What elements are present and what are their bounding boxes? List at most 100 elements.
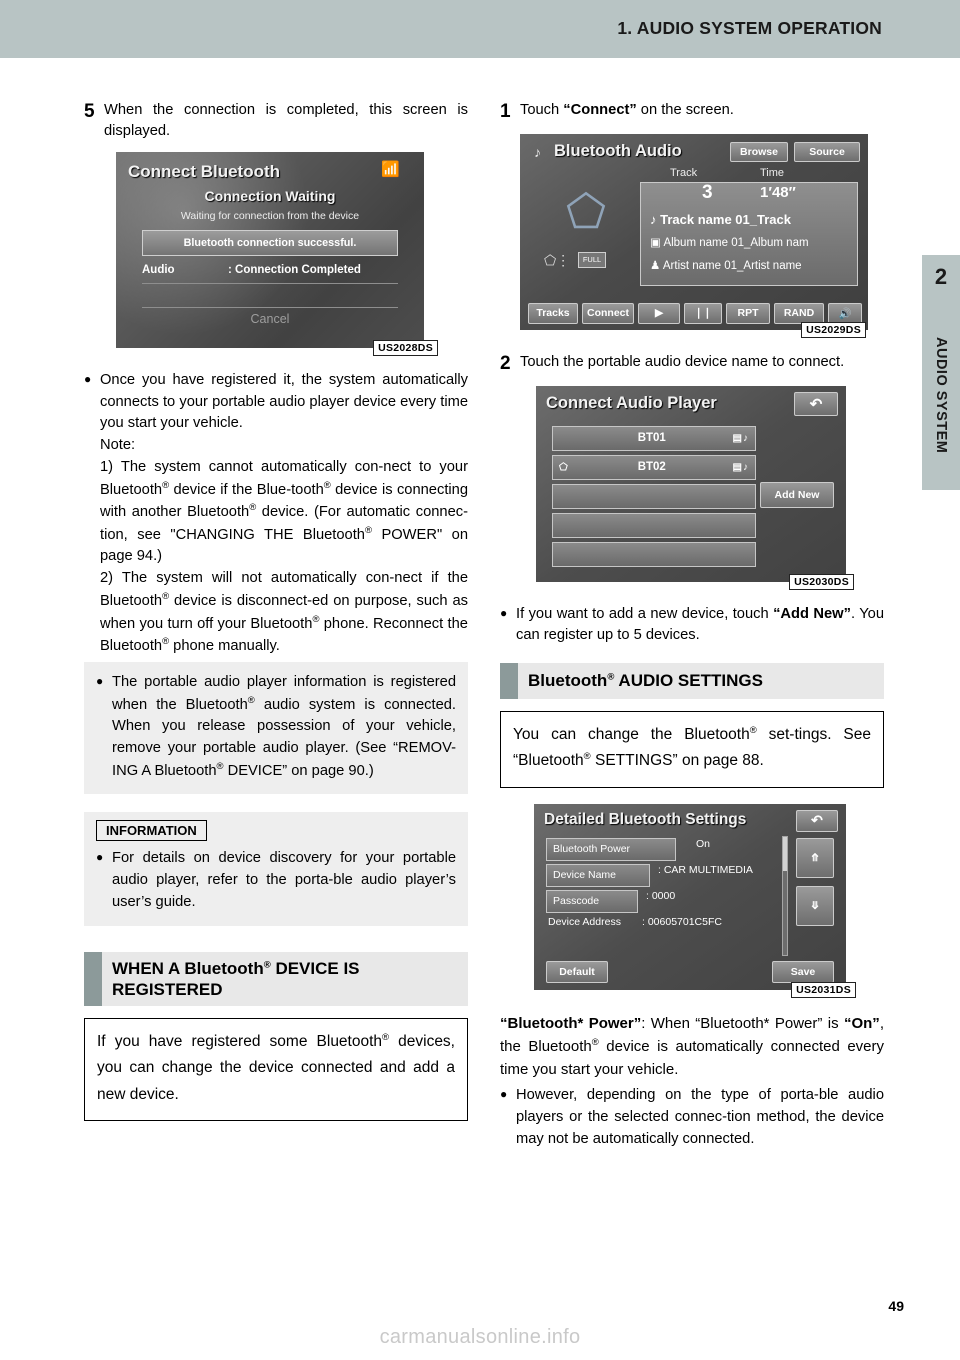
note2-d: phone manually.	[169, 638, 280, 655]
screen2-rand-button[interactable]: RAND	[774, 302, 824, 324]
information-heading: INFORMATION	[96, 820, 207, 842]
screen2-volume-button[interactable]: 🔊	[828, 302, 862, 324]
step-1-b: “Connect”	[563, 102, 637, 118]
setting-row-power[interactable]: Bluetooth Power On	[546, 837, 776, 861]
grey-note-c: DEVICE” on page 90.)	[223, 762, 374, 779]
return-arrow-icon[interactable]: ↶	[794, 391, 838, 416]
setting-key: Device Name	[546, 863, 650, 887]
screen2-full-badge: FULL	[578, 251, 606, 268]
step-1-number: 1	[500, 101, 511, 122]
left-column: 5 When the connection is completed, this…	[84, 100, 468, 1137]
step-1-c: on the screen.	[636, 102, 734, 118]
bluetooth-status-icon: ⬠⋮	[544, 251, 571, 268]
setting-key: Bluetooth Power	[546, 837, 676, 861]
note1-b: device if the Blue-tooth	[169, 481, 324, 498]
list-item-label: BT02	[637, 461, 666, 473]
figure-id-us2030ds: US2030DS	[789, 573, 854, 590]
chevron-down-icon[interactable]: ⤋	[796, 885, 834, 926]
bluetooth-icon: ⬠	[559, 461, 568, 473]
section-marker	[84, 951, 102, 1007]
screen1-divider-2	[142, 306, 398, 308]
screen2-play-button[interactable]: ▶	[638, 302, 680, 324]
page-header: 1. AUDIO SYSTEM OPERATION	[0, 0, 960, 58]
screen1-subtitle2: Waiting for connection from the device	[180, 209, 360, 222]
screen2-rpt-button[interactable]: RPT	[726, 302, 770, 324]
bullet-icon: ●	[96, 673, 104, 688]
screen1-audio-row: Audio : Connection Completed	[142, 264, 398, 276]
screen-detailed-bluetooth-settings: Detailed Bluetooth Settings ↶ Bluetooth …	[534, 803, 846, 990]
section-title-a: WHEN A Bluetooth	[112, 958, 264, 978]
bullet-however: ● However, depending on the type of port…	[500, 1085, 884, 1150]
screen2-time-label: Time	[760, 166, 785, 179]
chevron-up-icon[interactable]: ⤊	[796, 837, 834, 878]
list-item[interactable]	[552, 541, 756, 567]
device-music-icon: ▤♪	[732, 432, 749, 444]
figure-id-us2029ds: US2029DS	[801, 321, 866, 338]
bullet-add-b: “Add New”	[773, 605, 851, 622]
screen2-album-name: ▣ Album name 01_Album nam	[650, 236, 809, 249]
section-heading-text: Bluetooth® AUDIO SETTINGS	[528, 671, 763, 691]
bullet-add-new: ● If you want to add a new device, touch…	[500, 604, 884, 648]
header-left-strip	[0, 58, 56, 80]
return-arrow-icon[interactable]: ↶	[796, 809, 838, 832]
screen2-connect-button[interactable]: Connect	[582, 302, 634, 324]
bluetooth-signal-icon: 📶	[381, 160, 400, 178]
screen4-default-button[interactable]: Default	[546, 960, 608, 983]
setting-key: Passcode	[546, 889, 638, 913]
bullet-however-text: However, depending on the type of porta-…	[516, 1087, 884, 1147]
screen1-status-bar: Bluetooth connection successful.	[142, 229, 398, 256]
screen1-audio-key: Audio	[142, 263, 175, 276]
setting-row-name[interactable]: Device Name : CAR MULTIMEDIA	[546, 863, 776, 887]
screen-connect-audio-player: Connect Audio Player ↶ BT01 ▤♪ ⬠ BT02 ▤♪…	[536, 385, 846, 582]
screen4-title: Detailed Bluetooth Settings	[544, 810, 747, 828]
screen3-add-new-button[interactable]: Add New	[760, 481, 834, 508]
power-on: “On”	[843, 1014, 880, 1032]
bluetooth-icon: ⬠	[566, 184, 606, 237]
screen2-track-label: Track	[670, 166, 698, 179]
step-2-text: Touch the portable audio device name to …	[520, 353, 845, 370]
screen3-title: Connect Audio Player	[546, 393, 717, 412]
figure-connect-bluetooth: Connect Bluetooth 📶 Connection Waiting W…	[84, 151, 468, 356]
list-item[interactable]	[552, 483, 756, 509]
screen2-button-bar: Tracks Connect ▶ ❘❘ RPT RAND 🔊	[528, 302, 862, 324]
note-label: Note:	[100, 437, 136, 453]
step-5-text: When the connection is completed, this s…	[104, 102, 468, 139]
setting-value: : 0000	[646, 889, 676, 902]
chapter-label: AUDIO SYSTEM	[933, 336, 949, 454]
bullet-add-a: If you want to add a new device, touch	[516, 605, 774, 622]
step-5-number: 5	[84, 101, 95, 122]
section-heading-audio-settings: Bluetooth® AUDIO SETTINGS	[500, 663, 884, 699]
screen4-save-button[interactable]: Save	[772, 960, 834, 983]
information-box: INFORMATION ● For details on device disc…	[84, 812, 468, 926]
bullet-icon: ●	[500, 1087, 508, 1102]
grey-note-box: ● The portable audio player information …	[84, 661, 468, 795]
setting-row-passcode[interactable]: Passcode : 0000	[546, 889, 776, 913]
list-item[interactable]: ⬠ BT02 ▤♪	[552, 454, 756, 480]
page-title: 1. AUDIO SYSTEM OPERATION	[617, 18, 882, 38]
screen-connect-bluetooth: Connect Bluetooth 📶 Connection Waiting W…	[116, 151, 424, 348]
information-text: For details on device discovery for your…	[112, 850, 456, 910]
screen-bluetooth-audio: ♪ Bluetooth Audio Browse Source Track Ti…	[520, 133, 868, 330]
screen1-cancel-button[interactable]: Cancel	[116, 312, 424, 326]
section-title-b: AUDIO SETTINGS	[614, 671, 763, 691]
step-2-number: 2	[500, 352, 511, 374]
section-title-a: Bluetooth	[528, 671, 608, 691]
step-2: 2 Touch the portable audio device name t…	[500, 352, 884, 376]
screen2-pause-button[interactable]: ❘❘	[684, 302, 722, 324]
figure-bluetooth-audio: ♪ Bluetooth Audio Browse Source Track Ti…	[500, 133, 884, 338]
screen2-browse-button[interactable]: Browse	[730, 141, 788, 162]
setting-row-address: Device Address : 00605701C5FC	[546, 916, 776, 939]
power-b: : When “Bluetooth* Power” is	[641, 1014, 844, 1032]
list-item[interactable]	[552, 512, 756, 538]
screen1-audio-value: : Connection Completed	[228, 263, 361, 276]
screen1-title: Connect Bluetooth	[128, 161, 281, 181]
audio-settings-body-box: You can change the Bluetooth® set-tings.…	[500, 711, 884, 788]
figure-detailed-bluetooth-settings: Detailed Bluetooth Settings ↶ Bluetooth …	[500, 803, 884, 998]
scrollbar[interactable]	[782, 835, 788, 956]
audio-settings-a: You can change the Bluetooth	[513, 726, 750, 743]
screen2-tracks-button[interactable]: Tracks	[528, 302, 578, 324]
list-item-label: BT01	[637, 432, 666, 444]
screen2-time-value: 1′48″	[760, 183, 796, 201]
screen2-source-button[interactable]: Source	[794, 141, 860, 162]
list-item[interactable]: BT01 ▤♪	[552, 425, 756, 451]
